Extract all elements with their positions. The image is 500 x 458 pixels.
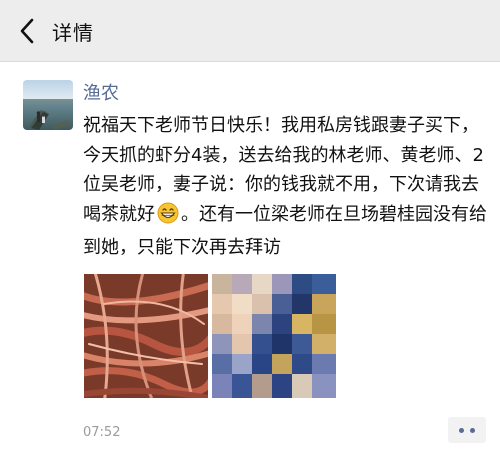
blurred-photo-image	[212, 274, 336, 398]
post-text: 祝福天下老师节日快乐！我用私房钱跟妻子买下，今天抓的虾分4装，送去给我的林老师、…	[83, 111, 495, 263]
shrimp-photo-image	[84, 274, 208, 398]
avatar-image	[23, 80, 73, 130]
back-button[interactable]	[12, 14, 42, 48]
more-dot	[470, 427, 475, 433]
avatar[interactable]	[23, 80, 73, 130]
blurred-photo[interactable]	[212, 274, 336, 398]
author-name[interactable]: 渔农	[83, 79, 119, 105]
post-time: 07:52	[83, 425, 121, 440]
more-dots-icon[interactable]	[448, 417, 486, 443]
page-title: 详情	[52, 21, 94, 45]
navbar: 详情	[0, 0, 500, 62]
shrimp-photo[interactable]	[84, 274, 208, 398]
more-dot	[459, 427, 464, 433]
grinning-face-emoji-icon	[157, 202, 179, 234]
chevron-left-icon	[20, 18, 34, 44]
